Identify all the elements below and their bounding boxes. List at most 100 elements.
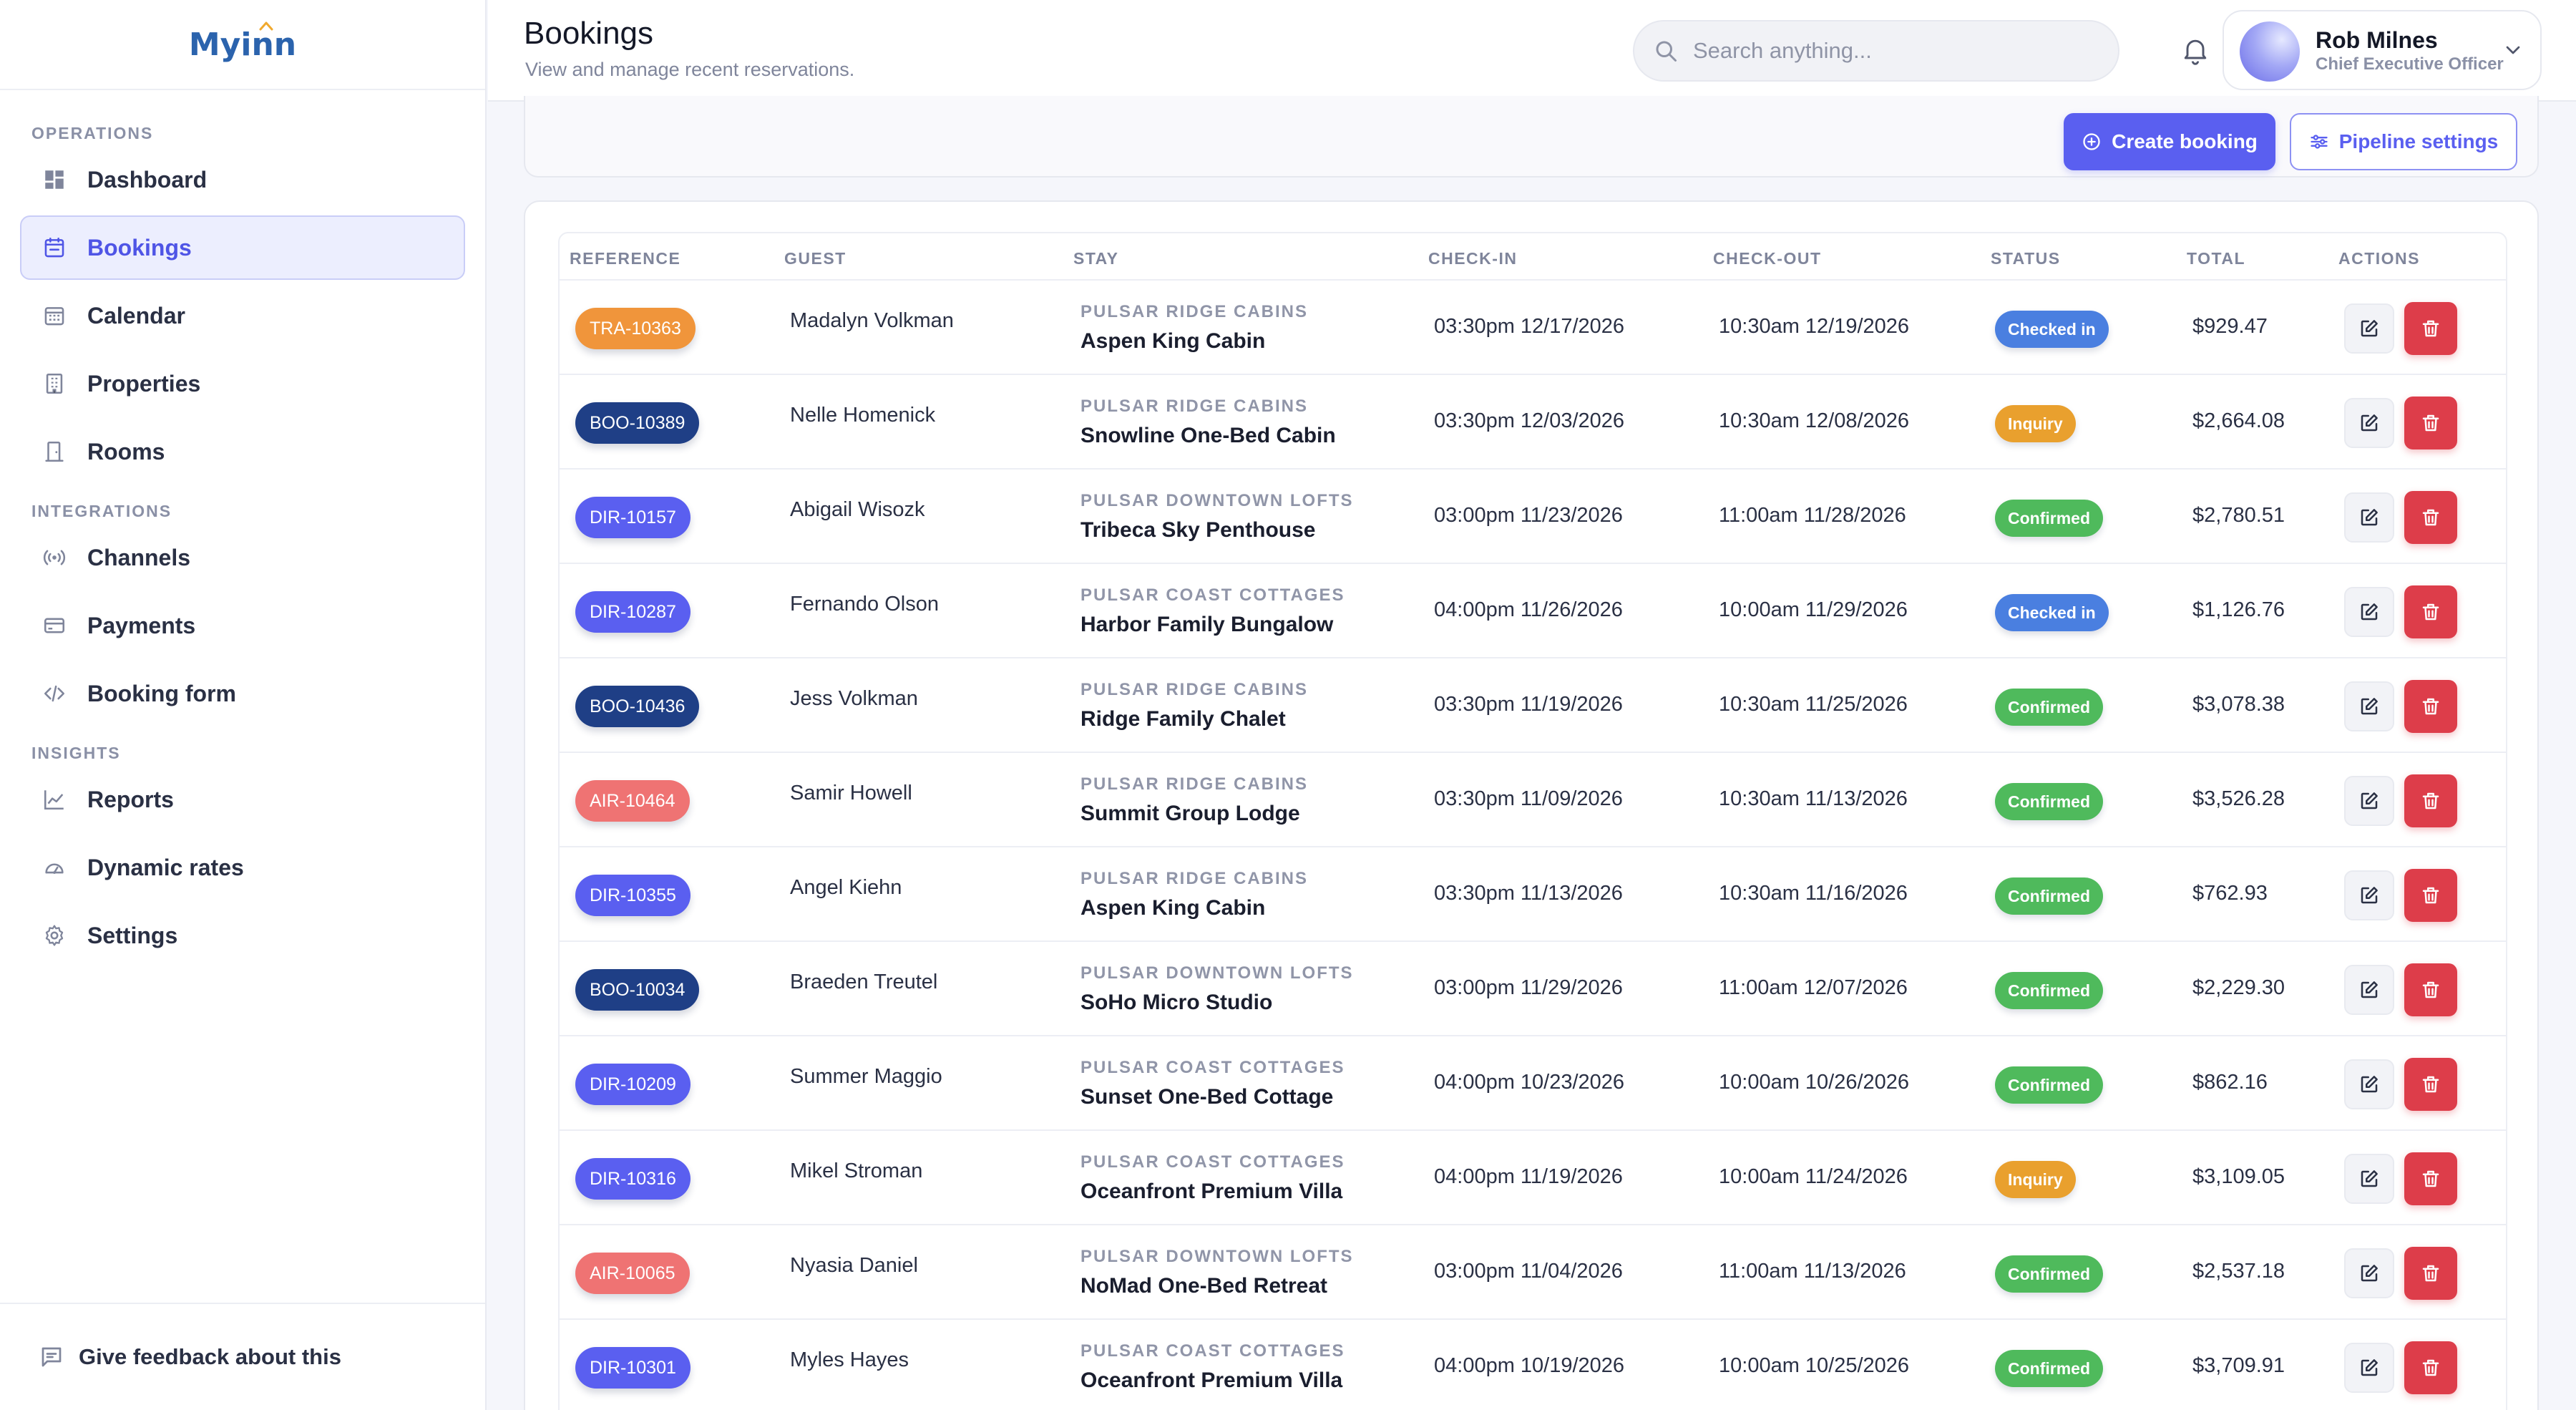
delete-button[interactable]: [2404, 774, 2457, 827]
column-header-stay[interactable]: STAY: [1073, 249, 1119, 268]
edit-button[interactable]: [2344, 1343, 2394, 1393]
edit-button[interactable]: [2344, 303, 2394, 354]
reference-badge[interactable]: DIR-10157: [575, 497, 691, 538]
booking-total: $2,780.51: [2192, 504, 2285, 527]
guest-name: Angel Kiehn: [790, 876, 902, 899]
check-out-date: 10:00am 10/26/2026: [1719, 1071, 1910, 1094]
pipeline-settings-button[interactable]: Pipeline settings: [2290, 113, 2517, 170]
delete-button[interactable]: [2404, 1058, 2457, 1111]
reference-badge[interactable]: DIR-10209: [575, 1064, 691, 1105]
sidebar-item-label: Dashboard: [87, 166, 208, 193]
reference-badge[interactable]: BOO-10389: [575, 402, 700, 444]
column-header-check-out[interactable]: CHECK-OUT: [1713, 249, 1822, 268]
feedback-link[interactable]: Give feedback about this: [0, 1303, 485, 1410]
reference-badge[interactable]: BOO-10034: [575, 969, 700, 1011]
check-out-date: 11:00am 12/07/2026: [1719, 976, 1908, 999]
column-header-check-in[interactable]: CHECK-IN: [1428, 249, 1517, 268]
calendar-icon: [42, 303, 67, 329]
reference-badge[interactable]: DIR-10287: [575, 591, 691, 633]
table-row[interactable]: DIR-10157 Abigail Wisozk PULSAR DOWNTOWN…: [560, 470, 2506, 564]
sidebar-item-payments[interactable]: Payments: [20, 593, 465, 658]
sidebar-item-rooms[interactable]: Rooms: [20, 419, 465, 484]
table-row[interactable]: DIR-10316 Mikel Stroman PULSAR COAST COT…: [560, 1131, 2506, 1225]
sidebar-item-booking-form[interactable]: Booking form: [20, 661, 465, 726]
sidebar-item-channels[interactable]: Channels: [20, 525, 465, 590]
edit-button[interactable]: [2344, 776, 2394, 826]
table-row[interactable]: TRA-10363 Madalyn Volkman PULSAR RIDGE C…: [560, 281, 2506, 375]
sidebar-item-dashboard[interactable]: Dashboard: [20, 147, 465, 212]
sidebar-item-bookings[interactable]: Bookings: [20, 215, 465, 280]
column-header-reference[interactable]: REFERENCE: [570, 249, 680, 268]
table-row[interactable]: DIR-10301 Myles Hayes PULSAR COAST COTTA…: [560, 1320, 2506, 1410]
column-header-total[interactable]: TOTAL: [2187, 249, 2245, 268]
create-booking-button[interactable]: Create booking: [2064, 113, 2275, 170]
table-row[interactable]: DIR-10355 Angel Kiehn PULSAR RIDGE CABIN…: [560, 847, 2506, 942]
table-row[interactable]: BOO-10389 Nelle Homenick PULSAR RIDGE CA…: [560, 375, 2506, 470]
property-name: PULSAR RIDGE CABINS: [1080, 774, 1309, 794]
room-name: Tribeca Sky Penthouse: [1080, 518, 1316, 542]
app-logo[interactable]: Myinn: [189, 21, 296, 63]
sidebar-item-settings[interactable]: Settings: [20, 903, 465, 968]
check-out-date: 10:00am 11/24/2026: [1719, 1165, 1908, 1188]
table-row[interactable]: AIR-10464 Samir Howell PULSAR RIDGE CABI…: [560, 753, 2506, 847]
column-header-guest[interactable]: GUEST: [784, 249, 847, 268]
delete-button[interactable]: [2404, 680, 2457, 733]
edit-button[interactable]: [2344, 398, 2394, 448]
reference-badge[interactable]: DIR-10355: [575, 875, 691, 916]
edit-button[interactable]: [2344, 1059, 2394, 1109]
check-in-date: 03:00pm 11/04/2026: [1434, 1260, 1623, 1283]
delete-button[interactable]: [2404, 397, 2457, 449]
edit-icon: [2361, 1265, 2378, 1282]
reference-badge[interactable]: DIR-10301: [575, 1347, 691, 1389]
sliders-icon: [2311, 135, 2328, 149]
delete-button[interactable]: [2404, 585, 2457, 638]
guest-name: Samir Howell: [790, 782, 912, 804]
edit-button[interactable]: [2344, 1248, 2394, 1298]
reference-badge[interactable]: DIR-10316: [575, 1158, 691, 1200]
table-row[interactable]: DIR-10209 Summer Maggio PULSAR COAST COT…: [560, 1036, 2506, 1131]
room-name: Summit Group Lodge: [1080, 802, 1300, 825]
status-badge: Confirmed: [1995, 1066, 2103, 1104]
door-icon: [42, 439, 67, 465]
table-row[interactable]: BOO-10436 Jess Volkman PULSAR RIDGE CABI…: [560, 658, 2506, 753]
delete-button[interactable]: [2404, 302, 2457, 355]
edit-button[interactable]: [2344, 1154, 2394, 1204]
table-row[interactable]: AIR-10065 Nyasia Daniel PULSAR DOWNTOWN …: [560, 1225, 2506, 1320]
check-out-date: 10:30am 12/19/2026: [1719, 315, 1910, 338]
booking-total: $2,537.18: [2192, 1260, 2285, 1283]
delete-button[interactable]: [2404, 963, 2457, 1016]
edit-button[interactable]: [2344, 870, 2394, 920]
reference-badge[interactable]: TRA-10363: [575, 308, 696, 349]
guest-name: Braeden Treutel: [790, 971, 938, 993]
edit-button[interactable]: [2344, 965, 2394, 1015]
notification-bell-icon[interactable]: [2180, 34, 2211, 66]
edit-icon: [2361, 509, 2378, 526]
column-header-status[interactable]: STATUS: [1991, 249, 2061, 268]
booking-total: $3,109.05: [2192, 1165, 2285, 1188]
table-row[interactable]: BOO-10034 Braeden Treutel PULSAR DOWNTOW…: [560, 942, 2506, 1036]
search-input[interactable]: [1693, 38, 2094, 64]
delete-button[interactable]: [2404, 869, 2457, 922]
reference-badge[interactable]: AIR-10065: [575, 1253, 690, 1294]
status-badge: Inquiry: [1995, 1161, 2076, 1198]
delete-button[interactable]: [2404, 1152, 2457, 1205]
trash-icon: [2422, 792, 2439, 809]
check-in-date: 03:00pm 11/29/2026: [1434, 976, 1623, 999]
table-row[interactable]: DIR-10287 Fernando Olson PULSAR COAST CO…: [560, 564, 2506, 658]
sidebar-item-reports[interactable]: Reports: [20, 767, 465, 832]
search-box[interactable]: [1633, 20, 2119, 82]
sidebar-item-dynamic-rates[interactable]: Dynamic rates: [20, 835, 465, 900]
sidebar-item-calendar[interactable]: Calendar: [20, 283, 465, 348]
user-menu[interactable]: Rob Milnes Chief Executive Officer: [2223, 10, 2542, 90]
delete-button[interactable]: [2404, 1341, 2457, 1394]
edit-button[interactable]: [2344, 587, 2394, 637]
reference-badge[interactable]: BOO-10436: [575, 686, 700, 727]
delete-button[interactable]: [2404, 1247, 2457, 1300]
delete-button[interactable]: [2404, 491, 2457, 544]
sidebar-item-properties[interactable]: Properties: [20, 351, 465, 416]
reference-badge[interactable]: AIR-10464: [575, 780, 690, 822]
edit-button[interactable]: [2344, 681, 2394, 731]
edit-button[interactable]: [2344, 492, 2394, 543]
room-name: SoHo Micro Studio: [1080, 991, 1273, 1014]
check-in-date: 04:00pm 10/19/2026: [1434, 1354, 1625, 1377]
